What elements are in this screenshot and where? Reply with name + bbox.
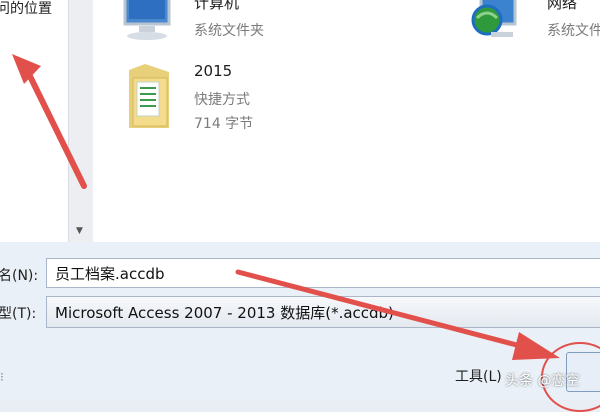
- tools-button[interactable]: 工具(L): [455, 366, 502, 386]
- filename-label: 名(N):: [0, 268, 39, 284]
- file-type: 快捷方式: [194, 92, 250, 108]
- nav-item-location[interactable]: 问的位置: [0, 0, 52, 18]
- filename-input[interactable]: 员工档案.accdb: [46, 258, 600, 288]
- filetype-select[interactable]: Microsoft Access 2007 - 2013 数据库(*.accdb…: [46, 296, 600, 328]
- file-name: 计算机: [194, 0, 240, 12]
- file-name: 2015: [194, 62, 233, 80]
- scroll-down-icon[interactable]: ▼: [76, 226, 83, 236]
- file-list-pane: 计算机 系统文件夹 网络 系统文件夹 2015 快捷方式 714 字节: [93, 0, 600, 242]
- filetype-label: 型(T):: [0, 306, 37, 322]
- file-type: 系统文件夹: [547, 23, 600, 39]
- file-name: 网络: [547, 0, 578, 12]
- nav-scrollbar[interactable]: ▼: [68, 0, 94, 242]
- file-type: 系统文件夹: [194, 23, 264, 39]
- navigation-pane[interactable]: 问的位置: [0, 0, 68, 242]
- watermark-text: 头条 @恋空: [505, 373, 580, 389]
- file-size: 714 字节: [194, 116, 254, 132]
- file-item-network[interactable]: 网络 系统文件夹: [471, 0, 600, 50]
- network-icon: [471, 0, 517, 37]
- file-item-2015[interactable]: 2015 快捷方式 714 字节: [123, 60, 323, 134]
- file-item-computer[interactable]: 计算机 系统文件夹: [121, 0, 321, 50]
- folder-shortcut-icon: [129, 64, 169, 128]
- resize-grip-icon: ⁝: [0, 370, 4, 384]
- computer-icon: [123, 0, 171, 40]
